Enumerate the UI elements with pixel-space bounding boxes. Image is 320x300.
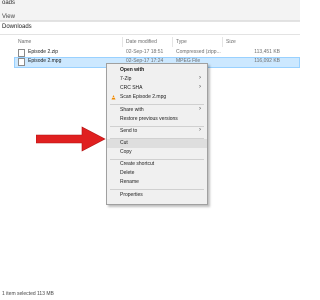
column-header-size[interactable]: Size <box>226 39 236 45</box>
chevron-right-icon: › <box>199 75 201 81</box>
menu-item-crc-sha[interactable]: CRC SHA › <box>107 84 207 93</box>
menu-item-properties[interactable]: Properties <box>107 191 207 200</box>
file-name: Episode 2.mpg <box>28 58 62 64</box>
chevron-right-icon: › <box>199 127 201 133</box>
column-header-name[interactable]: Name <box>18 39 31 45</box>
menu-item-label: 7-Zip <box>120 76 132 82</box>
menu-item-rename[interactable]: Rename <box>107 178 207 187</box>
menu-item-label: Delete <box>120 170 135 176</box>
column-header-type[interactable]: Type <box>176 39 187 45</box>
menu-separator <box>110 189 204 190</box>
menu-item-label: Restore previous versions <box>120 116 178 122</box>
column-separator[interactable] <box>222 37 223 47</box>
status-selection-text: 1 item selected 113 MB <box>2 291 54 297</box>
menu-item-label: CRC SHA <box>120 85 143 91</box>
menu-item-label: Create shortcut <box>120 161 155 167</box>
menu-item-scan[interactable]: Scan Episode 2.mpg <box>107 93 207 102</box>
chevron-right-icon: › <box>199 106 201 112</box>
menu-item-delete[interactable]: Delete <box>107 169 207 178</box>
address-bar[interactable] <box>0 21 300 35</box>
menu-item-label: Scan Episode 2.mpg <box>120 94 167 100</box>
address-path[interactable]: Downloads <box>2 24 32 30</box>
menu-item-open-with[interactable]: Open with <box>107 66 207 75</box>
file-size: 113,451 KB <box>254 49 280 55</box>
menu-item-label: Properties <box>120 192 143 198</box>
zip-file-icon <box>18 49 25 57</box>
context-menu: Open with 7-Zip › CRC SHA › Scan Episode… <box>106 63 208 205</box>
file-date: 02-Sep-17 18:51 <box>126 49 164 55</box>
menu-separator <box>110 104 204 105</box>
file-name: Episode 2.zip <box>28 49 59 55</box>
menu-item-cut[interactable]: Cut <box>107 139 207 148</box>
file-row[interactable]: Episode 2.zip 02-Sep-17 18:51 Compressed… <box>14 48 300 57</box>
menu-item-label: Copy <box>120 149 132 155</box>
column-header-date-modified[interactable]: Date modified <box>126 39 157 45</box>
column-separator[interactable] <box>172 37 173 47</box>
menu-item-share-with[interactable]: Share with › <box>107 106 207 115</box>
menu-item-7zip[interactable]: 7-Zip › <box>107 75 207 84</box>
menu-item-label: Open with <box>120 67 145 73</box>
menu-item-label: Rename <box>120 179 139 185</box>
menu-item-label: Send to <box>120 128 138 134</box>
column-separator[interactable] <box>122 37 123 47</box>
red-arrow-icon <box>36 126 106 152</box>
chevron-right-icon: › <box>199 84 201 90</box>
window-title: oads <box>2 0 16 6</box>
file-size: 116,092 KB <box>254 58 280 64</box>
vlc-cone-icon <box>111 95 116 100</box>
menu-item-restore-previous-versions[interactable]: Restore previous versions <box>107 115 207 124</box>
menu-item-label: Cut <box>120 140 128 146</box>
menu-item-copy[interactable]: Copy <box>107 148 207 157</box>
file-type: Compressed (zipp... <box>176 49 221 55</box>
menu-item-send-to[interactable]: Send to › <box>107 127 207 136</box>
menu-item-create-shortcut[interactable]: Create shortcut <box>107 160 207 169</box>
menu-item-label: Share with <box>120 107 144 113</box>
video-file-icon <box>18 58 25 66</box>
